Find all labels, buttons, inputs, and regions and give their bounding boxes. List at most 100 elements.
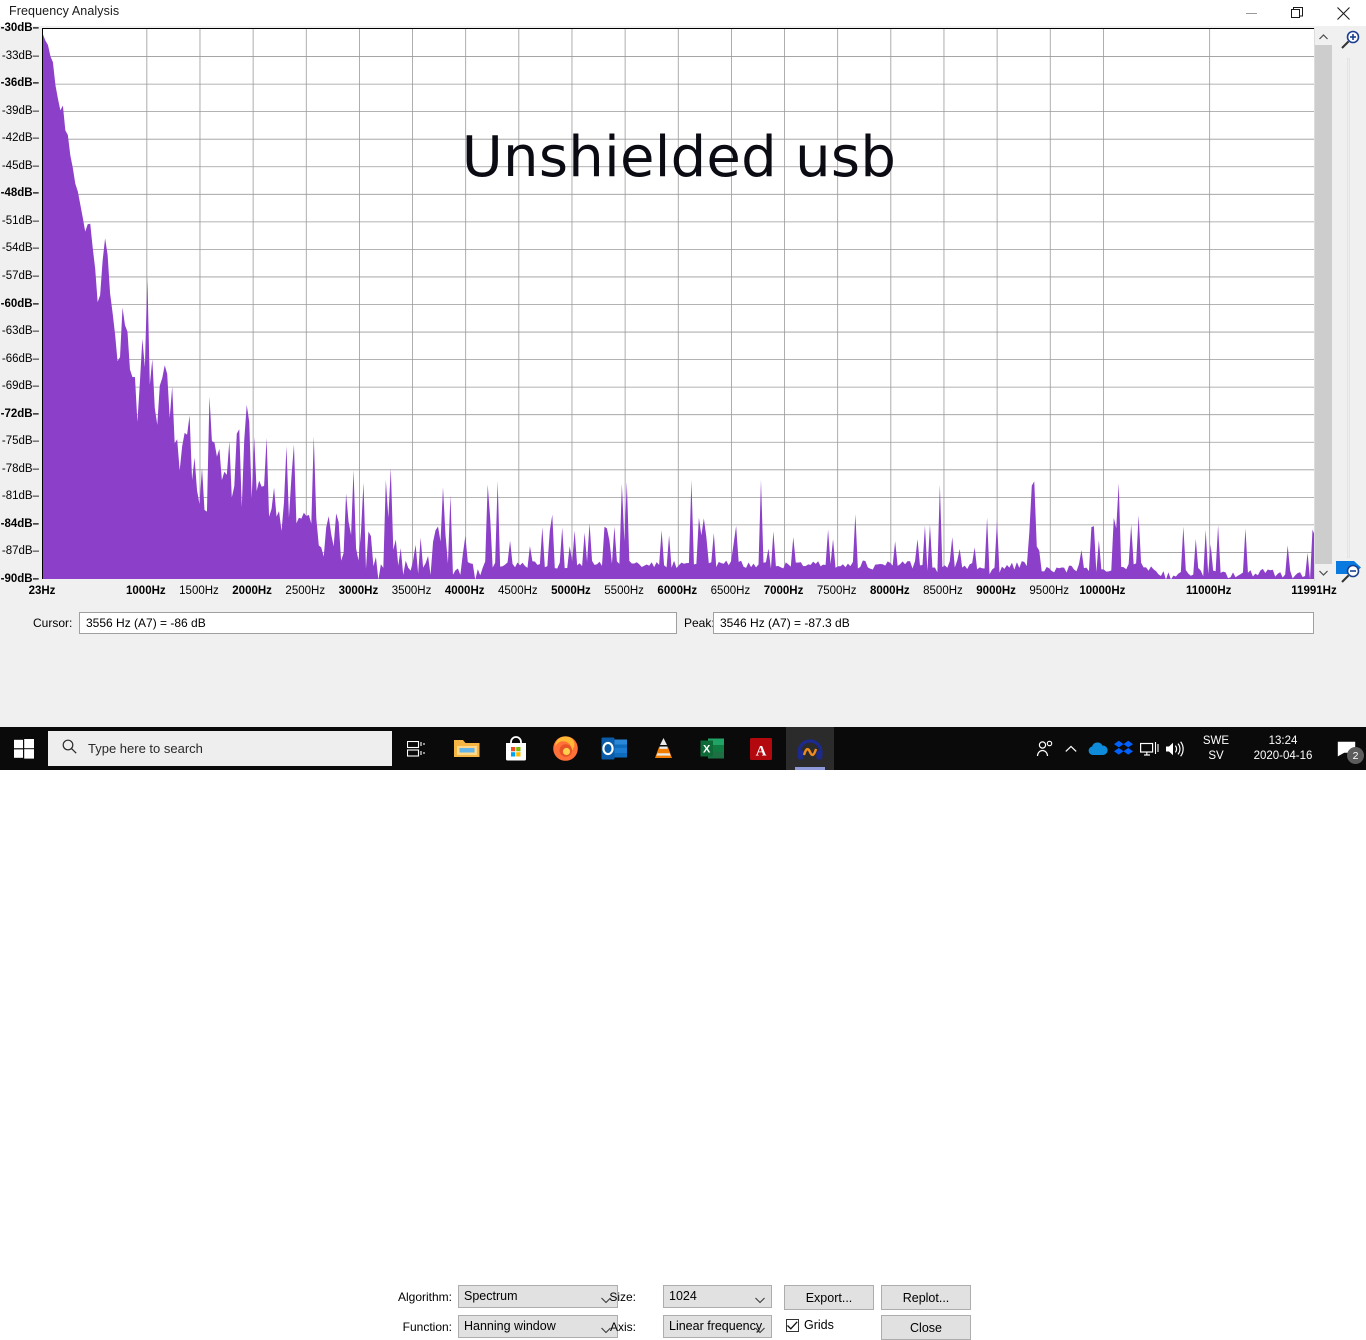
x-axis-tick: 6500Hz: [710, 585, 751, 597]
chevron-up-icon: [1065, 745, 1077, 752]
taskbar-app-firefox[interactable]: [541, 727, 589, 770]
zoom-in-button[interactable]: [1339, 29, 1361, 56]
size-label: Size:: [609, 1290, 636, 1304]
dropbox-icon: [1113, 740, 1133, 755]
taskbar-app-acrobat[interactable]: A: [737, 727, 785, 770]
chevron-down-icon: [755, 1293, 765, 1307]
onedrive-tray-icon[interactable]: [1084, 727, 1110, 770]
axis-value: Linear frequency: [669, 1319, 763, 1333]
peak-label: Peak:: [684, 616, 715, 630]
chevron-down-icon: [755, 1323, 765, 1337]
taskbar-app-outlook[interactable]: [590, 727, 638, 770]
svg-text:X: X: [703, 743, 711, 755]
y-axis-tick: -54dB–: [1, 242, 39, 255]
taskbar-app-audacity[interactable]: [786, 727, 834, 770]
vertical-scrollbar[interactable]: [1314, 28, 1332, 581]
spectrum-plot[interactable]: Unshielded usb: [42, 28, 1314, 579]
dropbox-tray-icon[interactable]: [1110, 727, 1136, 770]
microsoft-store-icon: [506, 735, 526, 760]
x-axis-tick: 1000Hz: [126, 585, 166, 597]
x-axis-tick: 11991Hz: [1291, 585, 1337, 597]
volume-tray-icon[interactable]: [1162, 727, 1188, 770]
readout-row: Cursor: 3556 Hz (A7) = -86 dB Peak: 3546…: [0, 612, 1366, 636]
close-button[interactable]: [1320, 0, 1366, 26]
x-axis-tick: 23Hz: [28, 585, 56, 597]
scroll-down-button[interactable]: [1315, 564, 1332, 581]
algorithm-value: Spectrum: [464, 1289, 518, 1303]
export-button[interactable]: Export...: [784, 1285, 874, 1310]
language-indicator[interactable]: SWE SV: [1196, 734, 1236, 764]
scrollbar-thumb[interactable]: [1315, 45, 1332, 564]
close-dialog-button[interactable]: Close: [881, 1315, 971, 1340]
start-button[interactable]: [0, 727, 48, 770]
clock-time: 13:24: [1268, 734, 1298, 747]
excel-icon: X: [700, 738, 724, 759]
axis-select[interactable]: Linear frequency: [663, 1315, 772, 1338]
zoom-in-icon: [1341, 30, 1360, 49]
vlc-cone-icon: [654, 738, 672, 758]
replot-button[interactable]: Replot...: [881, 1285, 971, 1310]
taskbar-app-file-explorer[interactable]: [443, 727, 491, 770]
frequency-analysis-window: Frequency Analysis -30dB– -33dB– -36dB– -39…: [0, 0, 1366, 1340]
search-placeholder: Type here to search: [88, 741, 203, 756]
size-select[interactable]: 1024: [663, 1285, 772, 1308]
zoom-slider-track[interactable]: [1347, 58, 1350, 558]
restore-button[interactable]: [1274, 0, 1320, 26]
algorithm-select[interactable]: Spectrum: [458, 1285, 618, 1308]
language-line-1: SWE: [1202, 734, 1230, 747]
network-icon: [1139, 741, 1159, 756]
window-bottom-filler: [0, 704, 1366, 727]
x-axis-tick: 11000Hz: [1185, 585, 1232, 597]
page-filler: [0, 770, 1366, 908]
x-axis-tick: 1500Hz: [179, 585, 219, 597]
audacity-icon: [797, 738, 823, 759]
x-axis-tick: 9000Hz: [976, 585, 1016, 597]
size-value: 1024: [669, 1289, 697, 1303]
y-axis-tick: -72dB–: [0, 407, 39, 420]
x-axis-tick: 8000Hz: [869, 585, 910, 597]
x-axis-tick: 2500Hz: [285, 585, 326, 597]
clock[interactable]: 13:24 2020-04-16: [1240, 734, 1326, 764]
zoom-control-column: [1334, 28, 1366, 584]
search-input[interactable]: Type here to search: [48, 731, 392, 766]
y-axis-tick: -78dB–: [1, 462, 39, 475]
scroll-up-button[interactable]: [1315, 28, 1332, 45]
window-titlebar[interactable]: Frequency Analysis: [0, 0, 1366, 26]
x-axis-tick: 3500Hz: [391, 585, 432, 597]
y-axis-tick: -63dB–: [1, 325, 39, 338]
grids-checkbox[interactable]: Grids: [786, 1318, 834, 1332]
y-axis-tick: -69dB–: [1, 380, 39, 393]
window-title: Frequency Analysis: [9, 4, 120, 18]
y-axis-tick: -51dB–: [1, 214, 39, 227]
checkbox-box: [786, 1318, 799, 1332]
chevron-down-icon: [1319, 570, 1328, 576]
show-hidden-icons-button[interactable]: [1058, 727, 1084, 770]
y-axis-tick: -57dB–: [1, 269, 39, 282]
peak-readout: 3546 Hz (A7) = -87.3 dB: [713, 612, 1314, 634]
restore-icon: [1291, 7, 1303, 18]
firefox-icon: [552, 736, 578, 761]
svg-text:A: A: [756, 743, 767, 759]
notification-center-button[interactable]: 2: [1326, 727, 1366, 770]
people-button[interactable]: [1032, 727, 1058, 770]
chevron-up-icon: [1319, 33, 1328, 39]
taskbar-app-microsoft-store[interactable]: [492, 727, 540, 770]
check-icon: [787, 1320, 798, 1330]
windows-taskbar: Type here to search X A SWE SV 13:24 202…: [0, 727, 1366, 770]
function-value: Hanning window: [464, 1319, 556, 1333]
people-icon: [1036, 740, 1053, 756]
function-select[interactable]: Hanning window: [458, 1315, 618, 1338]
taskbar-app-vlc[interactable]: [639, 727, 687, 770]
volume-icon: [1166, 740, 1184, 757]
y-axis-tick: -81dB–: [1, 490, 39, 503]
task-view-button[interactable]: [396, 727, 436, 770]
x-axis-tick: 10000Hz: [1079, 585, 1126, 597]
y-axis-tick: -30dB–: [0, 22, 39, 34]
minimize-button[interactable]: [1228, 0, 1274, 26]
taskbar-app-excel[interactable]: X: [688, 727, 736, 770]
x-axis-tick: 5000Hz: [551, 585, 591, 597]
network-tray-icon[interactable]: [1136, 727, 1162, 770]
x-axis-tick: 3000Hz: [338, 585, 379, 597]
y-axis-tick: -45dB–: [1, 159, 39, 172]
y-axis: -30dB– -33dB– -36dB– -39dB– -42dB– -45dB– -48d…: [0, 22, 42, 585]
